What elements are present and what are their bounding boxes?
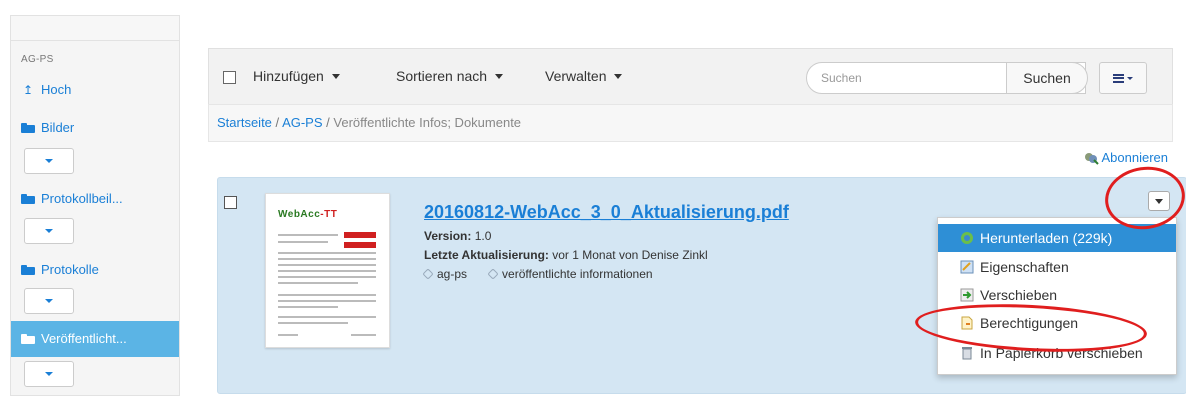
sidebar-item-protokolle[interactable]: Protokolle (21, 262, 99, 277)
toolbar: Hinzufügen Sortieren nach Verwalten Such… (208, 48, 1173, 104)
menu-item-properties[interactable]: Eigenschaften (938, 253, 1176, 281)
folder-open-icon (21, 333, 35, 344)
document-tags: ag-ps veröffentlichte informationen (422, 267, 653, 281)
breadcrumb-current: Veröffentlichte Infos; Dokumente (333, 115, 522, 130)
manage-menu-label: Verwalten (545, 68, 607, 84)
menu-item-move[interactable]: Verschieben (938, 281, 1176, 309)
sidebar-item-label: Veröffentlicht... (41, 331, 127, 346)
chevron-down-icon (1127, 76, 1133, 80)
folder-icon (21, 264, 35, 275)
chevron-down-icon (331, 73, 340, 79)
document-thumbnail[interactable]: WebAcc-TT (265, 193, 390, 348)
tag-icon (422, 268, 434, 280)
document-checkbox[interactable] (224, 196, 237, 209)
subscribe-label: Abonnieren (1101, 150, 1169, 165)
chevron-down-icon (45, 299, 53, 303)
document-actions-menu: Herunterladen (229k) Eigenschaften Versc… (937, 217, 1177, 375)
chevron-down-icon (45, 229, 53, 233)
sidebar-item-up[interactable]: ↥ Hoch (21, 82, 71, 97)
sidebar-expand-button[interactable] (24, 148, 74, 174)
sidebar-item-label: Protokollbeil... (41, 191, 123, 206)
sidebar-item-veroeffentlicht[interactable]: Veröffentlicht... (11, 321, 179, 357)
chevron-down-icon (1155, 198, 1163, 204)
select-all-checkbox[interactable] (223, 71, 236, 84)
trash-icon (962, 347, 972, 360)
search-button[interactable]: Suchen (1006, 62, 1088, 94)
document-actions-button[interactable] (1148, 191, 1170, 211)
arrow-up-icon: ↥ (22, 82, 34, 97)
document-title-link[interactable]: 20160812-WebAcc_3_0_Aktualisierung.pdf (424, 202, 789, 223)
menu-item-download[interactable]: Herunterladen (229k) (938, 224, 1176, 252)
sidebar-item-label: Bilder (41, 120, 75, 135)
breadcrumb-site-link[interactable]: AG-PS (282, 115, 322, 130)
document-last-updated: Letzte Aktualisierung: vor 1 Monat von D… (424, 248, 708, 262)
sidebar-expand-button[interactable] (24, 218, 74, 244)
sidebar: AG-PS ↥ Hoch Bilder Protokollbeil... Pro… (10, 15, 180, 396)
tag-link[interactable]: ag-ps (422, 267, 467, 281)
sidebar-item-protokollbeil[interactable]: Protokollbeil... (21, 191, 123, 206)
sidebar-item-row: Veröffentlicht... (21, 331, 127, 346)
sidebar-item-label: Protokolle (41, 262, 99, 277)
breadcrumb-home-link[interactable]: Startseite (217, 115, 272, 130)
download-icon (961, 232, 973, 244)
chevron-down-icon (45, 159, 53, 163)
add-menu-button[interactable]: Hinzufügen (253, 68, 340, 84)
subscribe-icon (1084, 152, 1099, 165)
sort-menu-button[interactable]: Sortieren nach (396, 68, 504, 84)
sidebar-item-label: Hoch (41, 82, 72, 97)
sidebar-item-bilder[interactable]: Bilder (21, 120, 74, 135)
list-view-icon (1113, 73, 1124, 83)
view-mode-button[interactable] (1099, 62, 1147, 94)
menu-item-permissions[interactable]: Berechtigungen (938, 309, 1176, 337)
sort-menu-label: Sortieren nach (396, 68, 488, 84)
menu-item-trash[interactable]: In Papierkorb verschieben (938, 339, 1176, 367)
move-icon (960, 288, 974, 302)
sidebar-header-bar (11, 16, 179, 41)
tag-link[interactable]: veröffentlichte informationen (487, 267, 653, 281)
subscribe-link[interactable]: Abonnieren (1083, 150, 1169, 165)
folder-icon (21, 122, 35, 133)
breadcrumb: Startseite / AG-PS / Veröffentlichte Inf… (208, 104, 1173, 142)
thumbnail-logo: WebAcc-TT (278, 209, 338, 220)
chevron-down-icon (614, 73, 623, 79)
properties-icon (960, 260, 974, 274)
manage-menu-button[interactable]: Verwalten (545, 68, 623, 84)
permissions-icon (961, 316, 973, 330)
folder-icon (21, 193, 35, 204)
add-menu-label: Hinzufügen (253, 68, 324, 84)
sidebar-expand-button[interactable] (24, 361, 74, 387)
sidebar-section-label: AG-PS (21, 54, 54, 65)
chevron-down-icon (495, 73, 504, 79)
tag-icon (487, 268, 499, 280)
chevron-down-icon (45, 372, 53, 376)
document-version: Version: 1.0 (424, 229, 492, 243)
sidebar-expand-button[interactable] (24, 288, 74, 314)
